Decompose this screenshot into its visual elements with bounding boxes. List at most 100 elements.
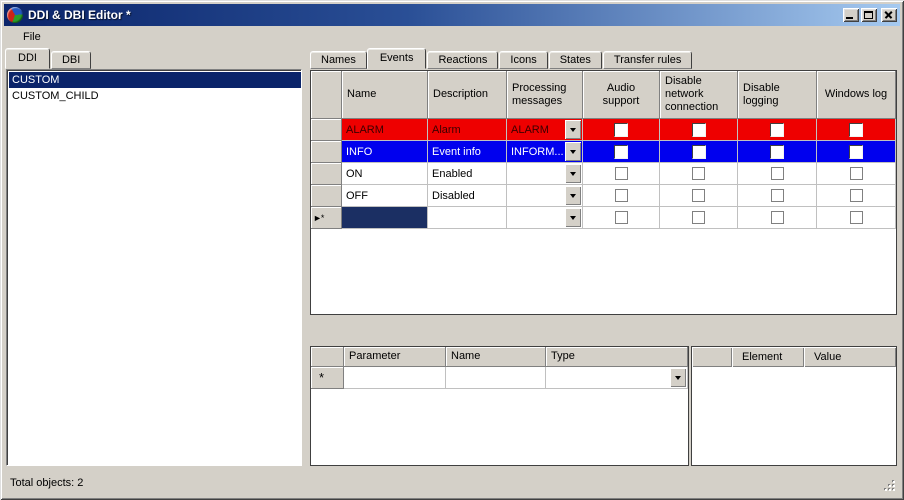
cell-processing-messages[interactable] [507,207,583,229]
new-row-selector[interactable]: * [311,367,344,389]
cell-name[interactable]: OFF [342,185,428,207]
cell-audio-support [583,185,660,207]
cell-processing-messages[interactable]: INFORM... [507,141,583,163]
disable-logging-checkbox[interactable] [770,189,784,202]
status-bar: Total objects: 2 [4,470,900,496]
tab-events[interactable]: Events [366,48,427,69]
table-row-info: INFO Event info INFORM... [311,141,896,163]
title-bar[interactable]: DDI & DBI Editor * [4,4,900,26]
cell-windows-log [817,185,896,207]
audio-support-checkbox[interactable] [614,211,628,224]
disable-logging-checkbox[interactable] [770,167,784,180]
tab-reactions[interactable]: Reactions [427,51,499,69]
row-selector[interactable] [311,119,342,141]
cell-processing-messages[interactable]: ALARM [507,119,583,141]
cell-description[interactable]: Event info [428,141,507,163]
row-selector[interactable] [311,141,342,163]
table-row-off: OFF Disabled [311,185,896,207]
cell-disable-network [660,141,738,163]
dropdown-button[interactable] [565,120,581,139]
maximize-icon [864,11,873,19]
dropdown-button[interactable] [565,164,581,183]
cell-description[interactable]: Disabled [428,185,507,207]
close-button[interactable] [881,8,897,22]
elements-listview-header: Element Value [692,347,896,367]
disable-network-checkbox[interactable] [692,167,705,180]
disable-network-checkbox[interactable] [692,189,705,202]
disable-network-checkbox[interactable] [692,211,705,224]
chevron-down-icon [570,193,576,198]
tab-dbi[interactable]: DBI [50,51,92,69]
cell-parameter[interactable] [344,367,446,389]
corner-header-cell [311,71,342,119]
disable-network-checkbox[interactable] [691,122,706,137]
column-header-disable-logging[interactable]: Disable logging [738,71,817,119]
cell-windows-log [817,119,896,141]
audio-support-checkbox[interactable] [614,167,628,180]
disable-logging-checkbox[interactable] [770,211,784,224]
maximize-button[interactable] [861,8,877,22]
dropdown-button[interactable] [565,208,581,227]
column-header-audio-support[interactable]: Audio support [583,71,660,119]
cell-description[interactable] [428,207,507,229]
disable-logging-checkbox[interactable] [770,144,784,159]
list-item-custom-child[interactable]: CUSTOM_CHILD [9,88,301,104]
tab-states[interactable]: States [548,51,602,69]
column-header-description[interactable]: Description [428,71,507,119]
cell-disable-network [660,163,738,185]
column-header-parameter[interactable]: Parameter [344,347,446,367]
windows-log-checkbox[interactable] [849,167,863,180]
cell-name[interactable]: INFO [342,141,428,163]
column-header-blank[interactable] [692,347,732,367]
new-row-selector[interactable]: ►* [311,207,342,229]
column-header-type[interactable]: Type [546,347,688,367]
list-item-custom[interactable]: CUSTOM [9,72,301,88]
elements-listview[interactable]: Element Value [691,346,897,466]
audio-support-checkbox[interactable] [614,189,628,202]
cell-name[interactable]: ALARM [342,119,428,141]
resize-grip-dots [884,480,886,482]
tab-transfer-rules[interactable]: Transfer rules [602,51,693,69]
windows-log-checkbox[interactable] [849,189,863,202]
column-header-value[interactable]: Value [804,347,896,367]
cell-name[interactable] [446,367,546,389]
minimize-button[interactable] [843,8,859,22]
cell-type[interactable] [546,367,688,389]
app-window: DDI & DBI Editor * File DDI DBI CUSTOM C… [0,0,904,500]
column-header-name[interactable]: Name [446,347,546,367]
row-selector[interactable] [311,163,342,185]
audio-support-checkbox[interactable] [614,122,628,137]
dropdown-button[interactable] [670,368,686,387]
disable-network-checkbox[interactable] [691,144,706,159]
tab-icons[interactable]: Icons [499,51,548,69]
resize-grip[interactable] [884,480,897,493]
chevron-down-icon [570,149,576,154]
tab-ddi[interactable]: DDI [5,48,50,69]
cell-audio-support [583,163,660,185]
row-selector[interactable] [311,185,342,207]
windows-log-checkbox[interactable] [849,122,863,137]
dropdown-button[interactable] [565,186,581,205]
objects-listbox[interactable]: CUSTOM CUSTOM_CHILD [6,69,302,466]
column-header-element[interactable]: Element [732,347,804,367]
menu-item-file[interactable]: File [16,29,48,45]
cell-name[interactable]: ON [342,163,428,185]
tab-names[interactable]: Names [310,51,367,69]
disable-logging-checkbox[interactable] [770,122,784,137]
windows-log-checkbox[interactable] [849,144,863,159]
column-header-disable-network[interactable]: Disable network connection [660,71,738,119]
cell-description[interactable]: Alarm [428,119,507,141]
column-header-windows-log[interactable]: Windows log [817,71,896,119]
new-row-name-cell-selected[interactable] [342,207,428,229]
column-header-name[interactable]: Name [342,71,428,119]
column-header-processing-messages[interactable]: Processing messages [507,71,583,119]
chevron-down-icon [570,127,576,132]
windows-log-checkbox[interactable] [849,211,863,224]
cell-description[interactable]: Enabled [428,163,507,185]
chevron-down-icon [570,171,576,176]
cell-disable-network [660,119,738,141]
cell-processing-messages[interactable] [507,185,583,207]
audio-support-checkbox[interactable] [614,144,628,159]
dropdown-button[interactable] [565,142,581,161]
cell-processing-messages[interactable] [507,163,583,185]
